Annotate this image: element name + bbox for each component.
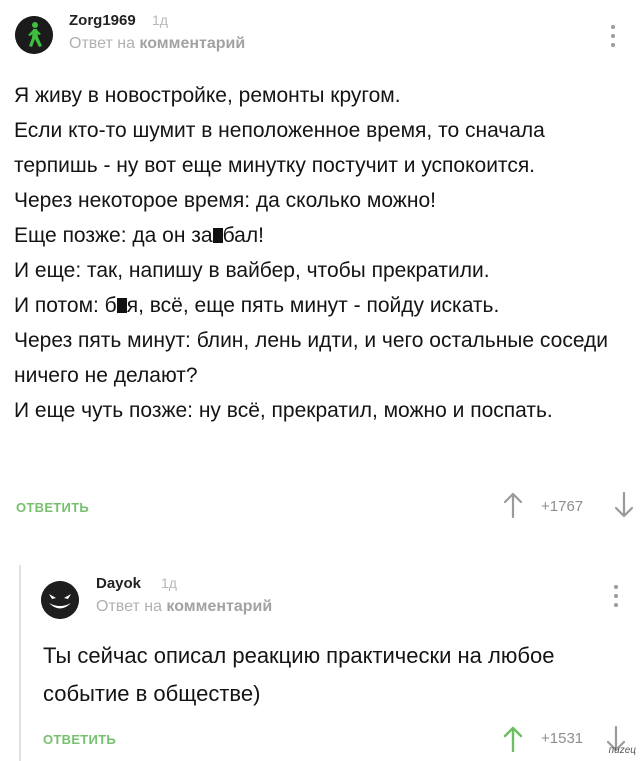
upvote-button[interactable] bbox=[503, 492, 523, 523]
reply-prefix: Ответ на bbox=[69, 35, 135, 52]
censor-block bbox=[116, 298, 127, 313]
comment-line: Еще позже: да он за бал! bbox=[14, 218, 626, 253]
avatar[interactable] bbox=[41, 581, 79, 619]
line-part: бал! bbox=[222, 224, 264, 247]
comment-line: Через пять минут: блин, лень идти, и чег… bbox=[14, 329, 609, 387]
comment-age: 1д bbox=[152, 12, 168, 28]
grinning-face-icon bbox=[41, 581, 79, 619]
comment-line: Если кто-то шумит в неположенное время, … bbox=[14, 119, 545, 177]
menu-dot-icon bbox=[611, 34, 615, 38]
menu-dot-icon bbox=[611, 25, 615, 29]
arrow-up-icon bbox=[503, 726, 523, 753]
arrow-up-icon bbox=[503, 492, 523, 519]
downvote-button[interactable] bbox=[614, 491, 634, 523]
watermark: пиzец bbox=[608, 745, 636, 756]
comment-zorg1969: Zorg1969 1д Ответ на комментарий Я живу … bbox=[0, 0, 640, 545]
comment-body: Я живу в новостройке, ремонты кругом. Ес… bbox=[14, 78, 626, 428]
menu-dot-icon bbox=[614, 585, 618, 589]
comment-line: И еще: так, напишу в вайбер, чтобы прекр… bbox=[14, 259, 490, 282]
author-name[interactable]: Dayok bbox=[96, 575, 141, 592]
more-options-button[interactable] bbox=[612, 585, 620, 607]
more-options-button[interactable] bbox=[609, 25, 617, 47]
menu-dot-icon bbox=[611, 43, 615, 47]
line-part: Еще позже: да он за bbox=[14, 224, 213, 247]
menu-dot-icon bbox=[614, 603, 618, 607]
menu-dot-icon bbox=[614, 594, 618, 598]
comment-line: И потом: б я, всё, еще пять минут - пойду… bbox=[14, 288, 626, 323]
comment-dayok: Dayok 1д Ответ на комментарий Ты сейчас … bbox=[0, 545, 640, 761]
comment-line: Через некоторое время: да сколько можно! bbox=[14, 189, 436, 212]
reply-prefix: Ответ на bbox=[96, 598, 162, 615]
comment-age: 1д bbox=[161, 575, 177, 591]
reply-target-link[interactable]: комментарий bbox=[139, 35, 245, 52]
reply-button[interactable]: ОТВЕТИТЬ bbox=[16, 500, 89, 515]
reply-to-info: Ответ на комментарий bbox=[96, 598, 272, 616]
line-part: я, всё, еще пять минут - пойду искать. bbox=[126, 294, 500, 317]
comment-body: Ты сейчас описал реакцию практически на … bbox=[43, 643, 555, 706]
reply-target-link[interactable]: комментарий bbox=[166, 598, 272, 615]
arrow-down-icon bbox=[614, 491, 634, 518]
avatar[interactable] bbox=[15, 16, 53, 54]
reply-button[interactable]: ОТВЕТИТЬ bbox=[43, 732, 116, 747]
rating-score: +1531 bbox=[541, 730, 584, 747]
comment-line: И еще чуть позже: ну всё, прекратил, мож… bbox=[14, 399, 553, 422]
comment-line: Я живу в новостройке, ремонты кругом. bbox=[14, 84, 401, 107]
walking-man-icon bbox=[15, 16, 53, 54]
author-name[interactable]: Zorg1969 bbox=[69, 12, 136, 29]
line-part: И потом: б bbox=[14, 294, 117, 317]
censor-block bbox=[212, 228, 223, 243]
rating-score: +1767 bbox=[541, 498, 584, 515]
upvote-button[interactable] bbox=[503, 726, 523, 757]
reply-to-info: Ответ на комментарий bbox=[69, 35, 245, 53]
